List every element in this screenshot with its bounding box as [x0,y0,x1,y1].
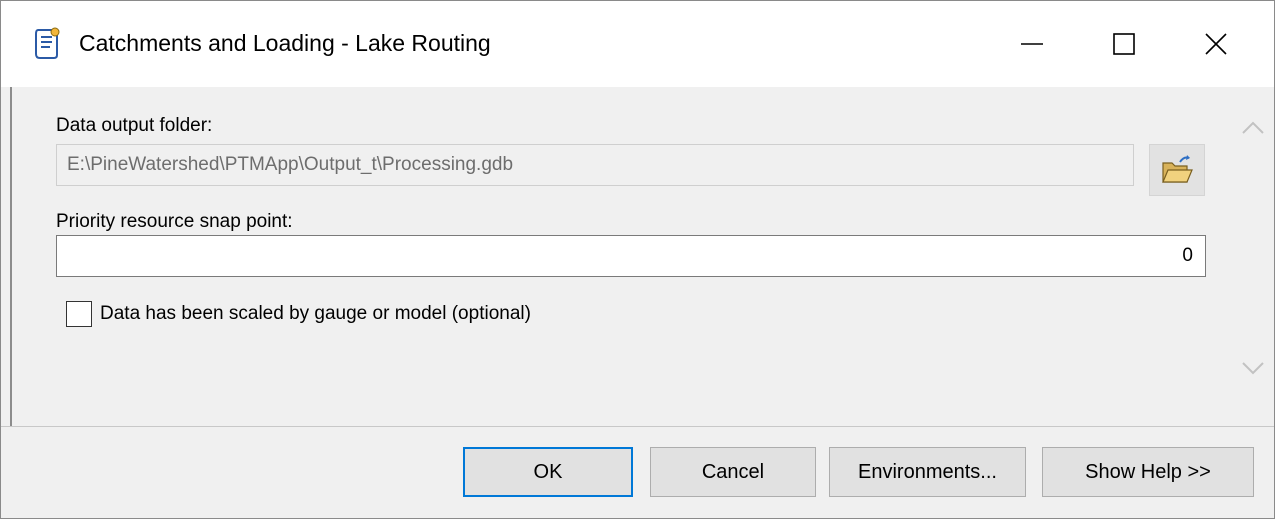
vertical-scrollbar[interactable] [1232,87,1274,426]
environments-button[interactable]: Environments... [829,447,1026,497]
script-tool-icon [31,26,61,60]
ok-button[interactable]: OK [463,447,633,497]
dialog-window: Catchments and Loading - Lake Routing Da… [0,0,1275,519]
output-folder-field[interactable]: E:\PineWatershed\PTMApp\Output_t\Process… [56,144,1134,186]
cancel-button[interactable]: Cancel [650,447,816,497]
parameters-panel: Data output folder: E:\PineWatershed\PTM… [10,87,1232,426]
browse-folder-button[interactable] [1149,144,1205,196]
minimize-button[interactable] [986,1,1078,87]
close-icon [1205,33,1227,55]
close-button[interactable] [1170,1,1262,87]
open-folder-icon [1162,155,1193,183]
snap-point-input[interactable]: 0 [56,235,1206,277]
output-folder-label: Data output folder: [56,115,213,136]
scroll-down-arrow-icon[interactable] [1240,355,1266,381]
scaled-checkbox[interactable] [66,301,92,327]
snap-point-label: Priority resource snap point: [56,211,293,232]
scaled-checkbox-label[interactable]: Data has been scaled by gauge or model (… [100,303,531,325]
minimize-icon [1021,43,1043,45]
maximize-button[interactable] [1078,1,1170,87]
scroll-up-arrow-icon[interactable] [1240,115,1266,141]
window-title: Catchments and Loading - Lake Routing [79,30,491,56]
button-bar: OK Cancel Environments... Show Help >> [1,426,1274,518]
maximize-icon [1113,33,1135,55]
title-bar[interactable]: Catchments and Loading - Lake Routing [1,1,1274,87]
show-help-button[interactable]: Show Help >> [1042,447,1254,497]
